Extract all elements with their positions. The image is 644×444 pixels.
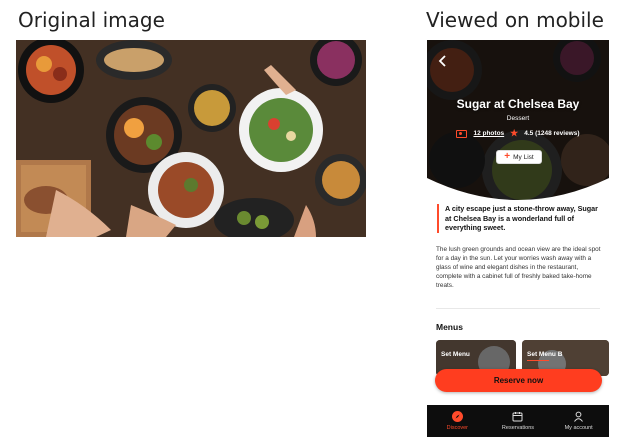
- back-arrow-icon[interactable]: [436, 54, 450, 68]
- star-icon: ★: [510, 128, 519, 138]
- calendar-icon: [512, 412, 523, 422]
- menu-card-label: Set Menu B: [527, 351, 563, 358]
- reserve-now-button[interactable]: Reserve now: [435, 369, 602, 392]
- divider: [436, 308, 600, 309]
- my-list-label: My List: [513, 153, 534, 161]
- restaurant-name: Sugar at Chelsea Bay: [456, 97, 580, 111]
- mobile-view-caption: Viewed on mobile: [426, 8, 604, 32]
- restaurant-stats: 12 photos ★ 4.5 (1248 reviews): [427, 129, 609, 138]
- tab-label: My account: [564, 425, 593, 431]
- tab-reservations[interactable]: Reservations: [492, 411, 544, 431]
- photo-icon: [456, 129, 468, 138]
- hero-banner: Sugar at Chelsea Bay Dessert 12 photos ★…: [427, 40, 609, 230]
- plus-icon: +: [504, 151, 511, 162]
- original-image-caption: Original image: [18, 8, 165, 32]
- tab-label: Discover: [446, 425, 469, 431]
- food-photo: [16, 40, 366, 237]
- restaurant-category: Dessert: [506, 115, 530, 122]
- menus-heading: Menus: [436, 322, 463, 332]
- user-icon: [574, 411, 584, 422]
- bottom-tab-bar: Discover Reservations My account: [427, 405, 609, 437]
- photos-link[interactable]: 12 photos: [473, 130, 504, 137]
- comparison-page: Original image Viewed on mobile Sugar at…: [0, 0, 644, 444]
- my-list-button[interactable]: + My List: [496, 150, 542, 164]
- intro-quote: A city escape just a stone-throw away, S…: [437, 204, 601, 234]
- rating-text: 4.5 (1248 reviews): [524, 130, 580, 137]
- compass-icon: [451, 411, 463, 422]
- menu-card-label: Set Menu: [441, 351, 470, 358]
- tab-discover[interactable]: Discover: [431, 411, 483, 431]
- description-text: The lush green grounds and ocean view ar…: [436, 246, 601, 290]
- mobile-mockup: Sugar at Chelsea Bay Dessert 12 photos ★…: [427, 40, 609, 437]
- tab-my-account[interactable]: My account: [553, 411, 605, 431]
- tab-label: Reservations: [501, 425, 535, 431]
- menu-card-underline: [527, 360, 549, 361]
